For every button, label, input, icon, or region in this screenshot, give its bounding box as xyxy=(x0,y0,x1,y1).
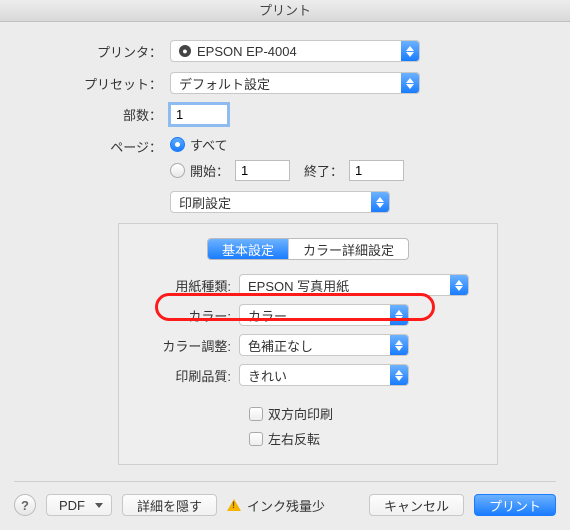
pages-from-label: 開始： xyxy=(190,161,229,180)
checkbox-unchecked-icon xyxy=(249,407,263,421)
section-select[interactable]: 印刷設定 xyxy=(170,191,390,213)
section-value: 印刷設定 xyxy=(171,193,371,212)
pages-to-input[interactable] xyxy=(349,160,404,181)
preset-label: プリセット： xyxy=(20,74,170,93)
preset-value: デフォルト設定 xyxy=(171,74,401,93)
chevrons-icon xyxy=(401,73,419,93)
print-button[interactable]: プリント xyxy=(474,494,556,516)
pages-all-label: すべて xyxy=(190,135,228,154)
printer-status-icon: ● xyxy=(179,45,191,57)
tab-basic[interactable]: 基本設定 xyxy=(208,239,289,259)
radio-unchecked-icon xyxy=(170,163,185,178)
checkbox-unchecked-icon xyxy=(249,432,263,446)
ink-low-status: インク残量少 xyxy=(227,496,325,515)
chevrons-icon xyxy=(371,192,389,212)
pages-label: ページ： xyxy=(20,135,170,156)
warning-icon xyxy=(227,499,241,511)
bidirectional-checkbox[interactable]: 双方向印刷 xyxy=(249,404,333,423)
quality-select[interactable]: きれい xyxy=(239,364,409,386)
bidirectional-label: 双方向印刷 xyxy=(268,404,333,423)
pdf-label: PDF xyxy=(59,498,85,513)
tab-group: 基本設定 カラー詳細設定 xyxy=(207,238,409,260)
chevrons-icon xyxy=(390,365,408,385)
chevron-down-icon xyxy=(95,503,103,508)
hide-details-label: 詳細を隠す xyxy=(137,496,202,515)
color-adjust-label: カラー調整: xyxy=(119,336,239,355)
copies-input[interactable] xyxy=(170,104,228,125)
tab-color-advanced[interactable]: カラー詳細設定 xyxy=(289,239,408,259)
radio-checked-icon xyxy=(170,137,185,152)
pages-all-radio[interactable]: すべて xyxy=(170,135,404,154)
print-settings-panel: 基本設定 カラー詳細設定 用紙種類: EPSON 写真用紙 カラー: カラー xyxy=(118,223,498,465)
chevrons-icon xyxy=(390,335,408,355)
cancel-button[interactable]: キャンセル xyxy=(369,494,464,516)
pages-range-radio[interactable]: 開始： xyxy=(170,161,229,180)
hide-details-button[interactable]: 詳細を隠す xyxy=(122,494,217,516)
printer-select[interactable]: ● EPSON EP-4004 xyxy=(170,40,420,62)
printer-label: プリンタ： xyxy=(20,42,170,61)
color-label: カラー: xyxy=(119,306,239,325)
quality-label: 印刷品質: xyxy=(119,366,239,385)
copies-label: 部数： xyxy=(20,105,170,124)
color-select[interactable]: カラー xyxy=(239,304,409,326)
print-label: プリント xyxy=(489,496,541,515)
color-value: カラー xyxy=(240,306,390,325)
pages-to-label: 終了： xyxy=(304,161,343,180)
printer-value: EPSON EP-4004 xyxy=(197,44,297,59)
window-title: プリント xyxy=(259,3,311,18)
ink-low-label: インク残量少 xyxy=(247,496,325,515)
paper-type-select[interactable]: EPSON 写真用紙 xyxy=(239,274,469,296)
footer: ? PDF 詳細を隠す インク残量少 キャンセル プリント xyxy=(0,482,570,530)
window-titlebar: プリント xyxy=(0,0,570,22)
chevrons-icon xyxy=(390,305,408,325)
color-adjust-select[interactable]: 色補正なし xyxy=(239,334,409,356)
dialog-body: プリンタ： ● EPSON EP-4004 プリセット： デフォルト設定 部数：… xyxy=(0,22,570,465)
paper-type-label: 用紙種類: xyxy=(119,276,239,295)
cancel-label: キャンセル xyxy=(384,496,449,515)
help-button[interactable]: ? xyxy=(14,494,36,516)
mirror-label: 左右反転 xyxy=(268,429,320,448)
quality-value: きれい xyxy=(240,366,390,385)
paper-type-value: EPSON 写真用紙 xyxy=(240,276,450,295)
chevrons-icon xyxy=(450,275,468,295)
pdf-menu-button[interactable]: PDF xyxy=(46,494,112,516)
color-adjust-value: 色補正なし xyxy=(240,336,390,355)
preset-select[interactable]: デフォルト設定 xyxy=(170,72,420,94)
chevrons-icon xyxy=(401,41,419,61)
mirror-checkbox[interactable]: 左右反転 xyxy=(249,429,320,448)
pages-from-input[interactable] xyxy=(235,160,290,181)
